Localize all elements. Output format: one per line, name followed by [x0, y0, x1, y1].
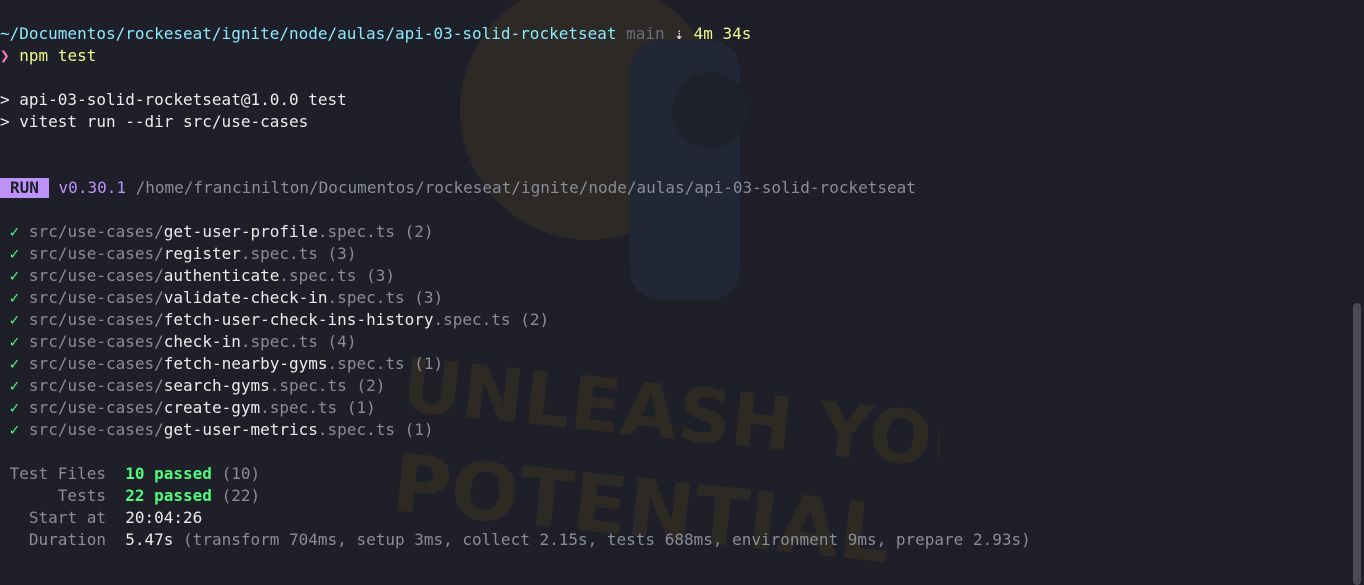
summary-duration-label: Duration: [28, 530, 106, 549]
test-result-row: ✓ src/use-cases/validate-check-in.spec.t…: [0, 287, 444, 309]
summary-start: Start at 20:04:26: [0, 507, 202, 529]
test-result-row: ✓ src/use-cases/fetch-user-check-ins-his…: [0, 309, 549, 331]
test-file-name: authenticate: [163, 266, 280, 285]
summary-test-files-passed: 10 passed: [125, 464, 212, 483]
test-file-suffix: .spec.ts: [269, 376, 347, 395]
summary-test-files: Test Files 10 passed (10): [0, 463, 260, 485]
check-icon: ✓: [9, 222, 20, 241]
test-file-dir: src/use-cases/: [28, 354, 164, 373]
test-file-dir: src/use-cases/: [28, 420, 164, 439]
test-file-dir: src/use-cases/: [28, 222, 164, 241]
check-icon: ✓: [9, 398, 20, 417]
vitest-root-path: /home/francinilton/Documentos/rockeseat/…: [135, 178, 916, 197]
command-argument: test: [57, 46, 97, 65]
test-file-dir: src/use-cases/: [28, 310, 164, 329]
summary-tests: Tests 22 passed (22): [0, 485, 260, 507]
test-file-dir: src/use-cases/: [28, 332, 164, 351]
test-file-suffix: .spec.ts: [317, 420, 395, 439]
test-count: (2): [520, 310, 550, 329]
check-icon: ✓: [9, 354, 20, 373]
check-icon: ✓: [9, 288, 20, 307]
test-file-suffix: .spec.ts: [260, 398, 338, 417]
duration-arrow-icon: ⇣: [674, 24, 684, 43]
test-file-name: get-user-profile: [163, 222, 318, 241]
prompt-line: ~/Documentos/rockeseat/ignite/node/aulas…: [0, 23, 751, 45]
check-icon: ✓: [9, 310, 20, 329]
test-count: (2): [404, 222, 434, 241]
test-file-dir: src/use-cases/: [28, 288, 164, 307]
test-file-name: check-in: [163, 332, 241, 351]
test-file-name: validate-check-in: [163, 288, 328, 307]
test-file-name: fetch-nearby-gyms: [163, 354, 328, 373]
summary-tests-label: Tests: [57, 486, 106, 505]
test-file-suffix: .spec.ts: [327, 288, 405, 307]
summary-duration: Duration 5.47s (transform 704ms, setup 3…: [0, 529, 1031, 551]
command-line: ❯ npm test: [0, 45, 96, 67]
test-file-dir: src/use-cases/: [28, 244, 164, 263]
check-icon: ✓: [9, 376, 20, 395]
vitest-run-header: RUN v0.30.1 /home/francinilton/Documento…: [0, 177, 916, 199]
test-file-name: fetch-user-check-ins-history: [163, 310, 434, 329]
test-file-dir: src/use-cases/: [28, 266, 164, 285]
test-file-dir: src/use-cases/: [28, 376, 164, 395]
test-file-name: get-user-metrics: [163, 420, 318, 439]
test-file-suffix: .spec.ts: [433, 310, 511, 329]
test-result-row: ✓ src/use-cases/fetch-nearby-gyms.spec.t…: [0, 353, 444, 375]
prompt-last-duration: 4m 34s: [693, 24, 752, 43]
run-badge: RUN: [0, 178, 49, 198]
test-count: (1): [404, 420, 434, 439]
summary-tests-total: (22): [221, 486, 261, 505]
test-result-row: ✓ src/use-cases/authenticate.spec.ts (3): [0, 265, 395, 287]
summary-tests-passed: 22 passed: [125, 486, 212, 505]
test-count: (4): [327, 332, 357, 351]
vitest-version: v0.30.1: [58, 178, 126, 197]
summary-start-value: 20:04:26: [125, 508, 203, 527]
npm-command-line: > vitest run --dir src/use-cases: [0, 112, 309, 131]
test-file-dir: src/use-cases/: [28, 398, 164, 417]
summary-start-label: Start at: [28, 508, 106, 527]
check-icon: ✓: [9, 266, 20, 285]
check-icon: ✓: [9, 332, 20, 351]
test-file-name: create-gym: [163, 398, 261, 417]
test-result-row: ✓ src/use-cases/create-gym.spec.ts (1): [0, 397, 376, 419]
test-file-name: register: [163, 244, 241, 263]
test-file-suffix: .spec.ts: [240, 332, 318, 351]
test-file-name: search-gyms: [163, 376, 270, 395]
test-result-row: ✓ src/use-cases/search-gyms.spec.ts (2): [0, 375, 386, 397]
test-result-row: ✓ src/use-cases/check-in.spec.ts (4): [0, 331, 357, 353]
test-count: (3): [327, 244, 357, 263]
scrollbar-thumb[interactable]: [1353, 303, 1361, 585]
test-count: (2): [356, 376, 386, 395]
terminal-output: ~/Documentos/rockeseat/ignite/node/aulas…: [0, 0, 1350, 585]
command-binary: npm: [19, 46, 49, 65]
summary-duration-detail: (transform 704ms, setup 3ms, collect 2.1…: [183, 530, 1031, 549]
test-count: (3): [414, 288, 444, 307]
summary-test-files-total: (10): [221, 464, 261, 483]
test-file-suffix: .spec.ts: [327, 354, 405, 373]
summary-duration-value: 5.47s: [125, 530, 174, 549]
test-count: (3): [366, 266, 395, 285]
prompt-symbol-icon: ❯: [0, 46, 10, 65]
test-file-suffix: .spec.ts: [240, 244, 318, 263]
summary-test-files-label: Test Files: [9, 464, 106, 483]
npm-script-line: > api-03-solid-rocketseat@1.0.0 test: [0, 90, 347, 109]
test-result-row: ✓ src/use-cases/get-user-profile.spec.ts…: [0, 221, 434, 243]
check-icon: ✓: [9, 244, 20, 263]
test-file-suffix: .spec.ts: [317, 222, 395, 241]
check-icon: ✓: [9, 420, 20, 439]
terminal-scrollbar[interactable]: [1350, 0, 1364, 585]
test-count: (1): [346, 398, 376, 417]
test-result-row: ✓ src/use-cases/get-user-metrics.spec.ts…: [0, 419, 434, 441]
test-file-suffix: .spec.ts: [279, 266, 357, 285]
prompt-cwd: ~/Documentos/rockeseat/ignite/node/aulas…: [0, 24, 617, 43]
test-result-row: ✓ src/use-cases/register.spec.ts (3): [0, 243, 357, 265]
prompt-git-branch: main: [626, 24, 665, 43]
test-count: (1): [414, 354, 444, 373]
